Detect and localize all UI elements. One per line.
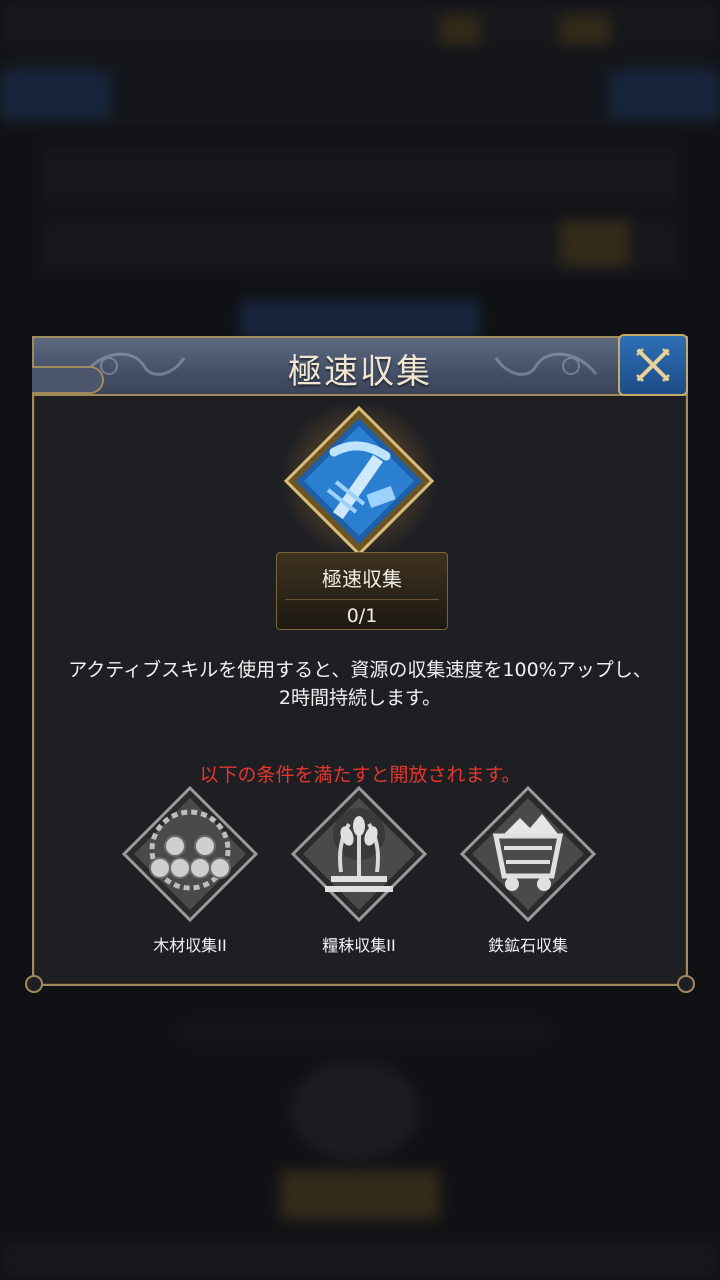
requirement-label: 鉄鉱石収集 [487,936,568,955]
skill-icon-container [264,394,454,564]
skill-name-plate: 極速収集 0/1 [276,552,448,630]
dialog-title: 極速収集 [288,352,432,392]
frame-corner-ornament [25,975,43,993]
skill-level: 0/1 [346,605,378,627]
requirement-item-grain[interactable]: 糧秣収集II [284,784,434,955]
pickaxe-icon [283,405,435,557]
requirement-item-iron-ore[interactable]: 鉄鉱石収集 [453,784,603,955]
frame-corner-ornament [677,975,695,993]
ore-cart-icon [459,785,597,923]
close-button[interactable] [618,334,688,396]
unlock-condition-heading: 以下の条件を満たすと開放されます。 [199,764,521,786]
requirement-label: 糧秣収集II [322,936,396,955]
skill-name: 極速収集 [322,567,402,591]
requirement-item-wood[interactable]: 木材収集II [115,784,265,955]
skill-description-line: 2時間持続します。 [278,687,442,709]
skill-description: アクティブスキルを使用すると、資源の収集速度を100%アップし、 2時間持続しま… [44,656,676,712]
skill-description-line: アクティブスキルを使用すると、資源の収集速度を100%アップし、 [68,659,652,681]
wheat-icon [290,785,428,923]
skill-detail-dialog: 極速収集 極速収集 0/1 アクティブスキルを使用すると、資源の収集速度を100… [25,334,695,993]
dialog-header: 極速収集 [32,334,688,396]
requirement-label: 木材収集II [153,936,227,955]
close-x-icon [636,348,670,382]
logs-icon [121,785,259,923]
